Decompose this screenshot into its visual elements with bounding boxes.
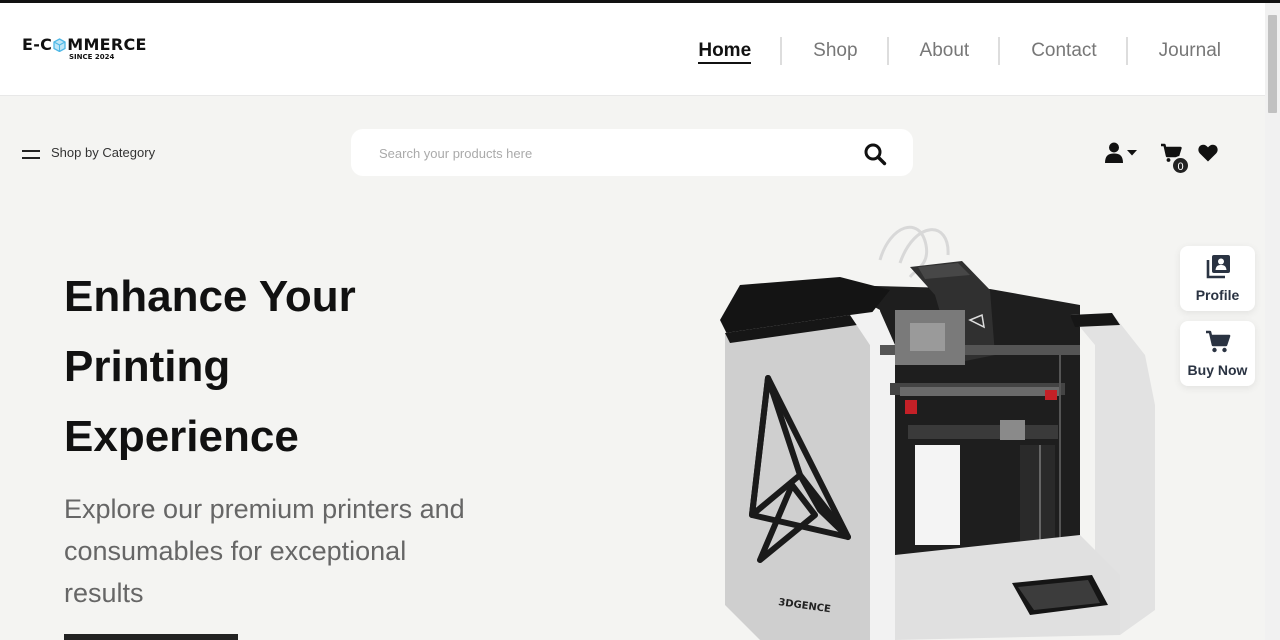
hero-title-line-1: Enhance Your (64, 272, 356, 321)
logo-text-end: MMERCE (67, 35, 147, 54)
user-dropdown-icon[interactable] (1104, 142, 1140, 164)
nav-contact-label: Contact (1031, 40, 1097, 61)
heart-icon[interactable] (1198, 144, 1218, 162)
3d-printer-image: 3DGENCE (720, 225, 1155, 640)
logo-wordmark: E-C MMERCE (22, 35, 147, 54)
cart-count-badge: 0 (1171, 156, 1190, 175)
scrollbar-thumb[interactable] (1268, 15, 1277, 113)
logo-tagline: SINCE 2024 (69, 53, 115, 61)
category-label: Shop by Category (51, 145, 156, 160)
site-header: E-C MMERCE SINCE 2024 Home Shop About Con… (0, 3, 1265, 96)
profile-side-button[interactable]: Profile (1180, 246, 1255, 311)
profile-button-label: Profile (1195, 287, 1240, 303)
buy-now-side-button[interactable]: Buy Now (1180, 321, 1255, 386)
logo-text-start: E-C (22, 35, 53, 54)
nav-shop-label: Shop (813, 40, 858, 61)
nav-home[interactable]: Home (667, 37, 782, 65)
nav-journal[interactable]: Journal (1128, 37, 1221, 65)
search-bar (351, 129, 913, 176)
nav-about-label: About (919, 40, 970, 61)
shop-by-category-button[interactable]: Shop by Category (22, 145, 155, 160)
logo-cube-icon (53, 38, 66, 52)
hero-title: Enhance Your Printing Experience (64, 262, 544, 472)
nav-home-label: Home (698, 40, 752, 64)
hero-subtitle: Explore our premium printers and consuma… (64, 494, 465, 608)
hero-title-line-2: Printing (64, 342, 231, 391)
nav-contact[interactable]: Contact (1000, 37, 1129, 65)
search-icon[interactable] (863, 142, 887, 166)
site-logo[interactable]: E-C MMERCE SINCE 2024 (22, 35, 167, 65)
nav-journal-label: Journal (1158, 40, 1221, 61)
hero-cta-button[interactable] (64, 634, 238, 640)
page-scrollbar[interactable] (1265, 3, 1280, 640)
header-cart[interactable]: 0 (1160, 143, 1192, 175)
buy-now-button-label: Buy Now (1187, 362, 1248, 378)
search-input[interactable] (379, 142, 819, 164)
hero-title-line-3: Experience (64, 412, 299, 461)
nav-about[interactable]: About (889, 37, 1001, 65)
buy-cart-icon (1206, 330, 1231, 353)
profile-book-icon (1206, 255, 1230, 279)
main-nav: Home Shop About Contact Journal (667, 37, 1221, 65)
hamburger-icon (22, 147, 40, 159)
nav-shop[interactable]: Shop (782, 37, 889, 65)
